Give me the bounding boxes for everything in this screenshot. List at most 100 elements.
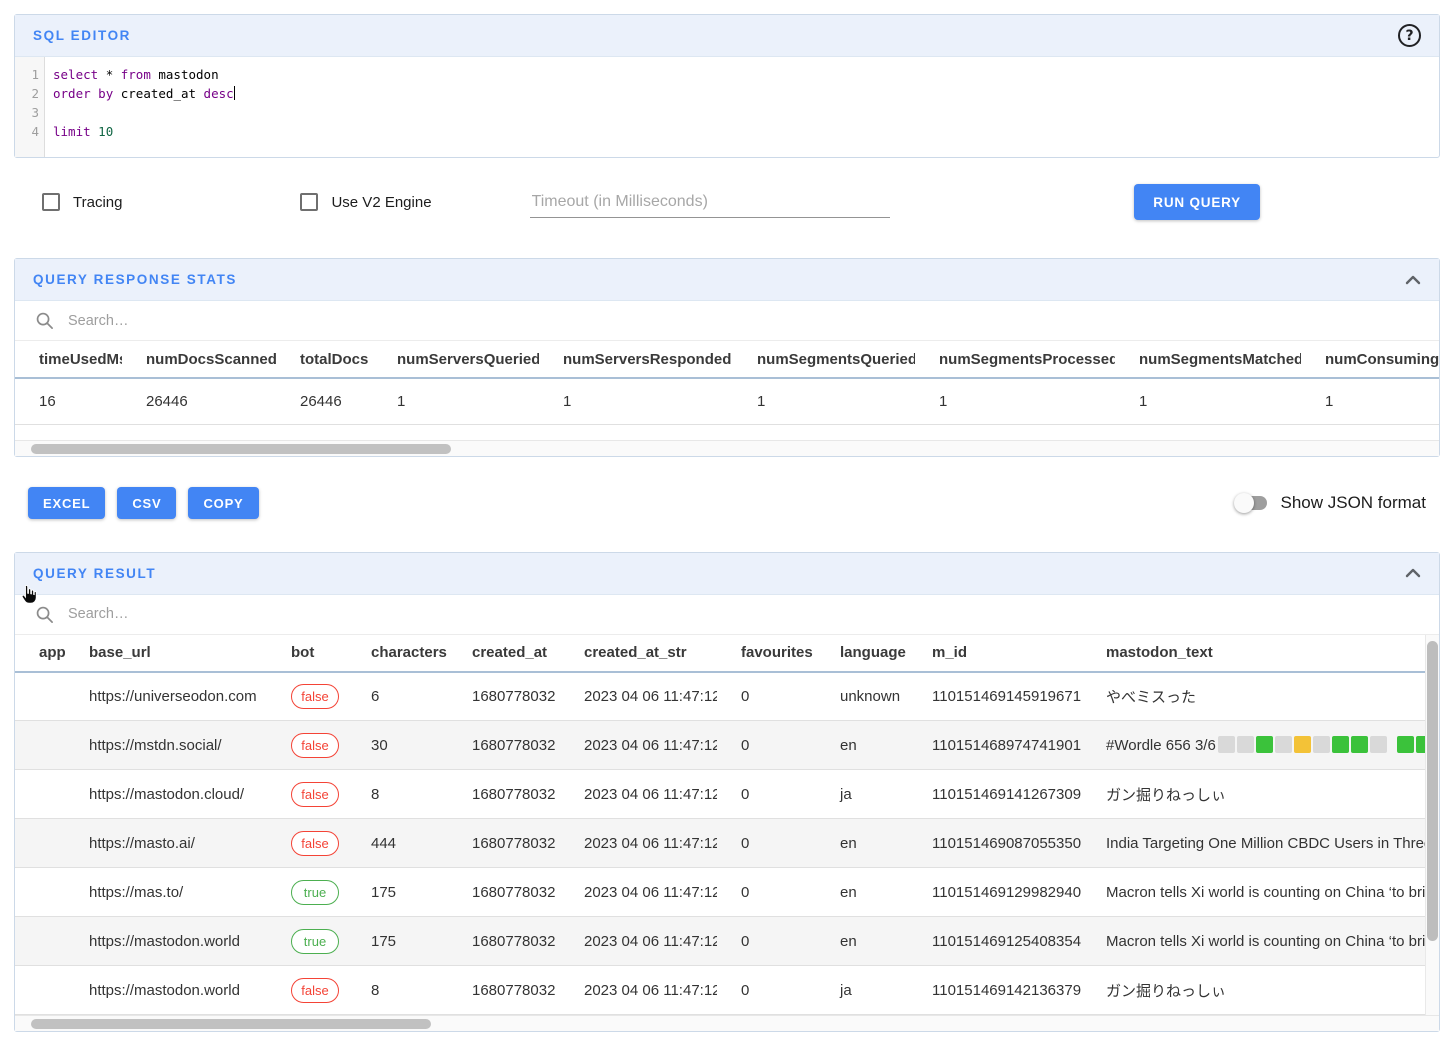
stats-column-header[interactable]: numServersResponded <box>539 341 733 378</box>
result-row: https://mastodon.worldtrue17516807780322… <box>15 917 1439 966</box>
result-cell-base_url: https://masto.ai/ <box>65 819 267 868</box>
result-column-header[interactable]: characters <box>347 635 448 672</box>
excel-button[interactable]: EXCEL <box>28 487 105 519</box>
stats-collapse-button[interactable] <box>1405 275 1421 285</box>
result-vertical-scrollbar[interactable] <box>1425 635 1439 1016</box>
stats-cell: 16 <box>15 378 122 424</box>
v2-engine-label: Use V2 Engine <box>331 194 431 211</box>
stats-column-header[interactable]: numSegmentsMatched <box>1115 341 1301 378</box>
result-cell-m_id: 110151469129982940 <box>908 868 1082 917</box>
stats-search-input[interactable] <box>66 312 1419 330</box>
stats-column-header[interactable]: totalDocs <box>276 341 373 378</box>
line-number: 3 <box>15 103 39 122</box>
code-gutter: 1234 <box>15 57 45 157</box>
result-cell-bot: false <box>267 770 347 819</box>
stats-column-header[interactable]: timeUsedMs <box>15 341 122 378</box>
line-number: 4 <box>15 122 39 141</box>
query-result-card: QUERY RESULT appbase_urlbotcharacterscre… <box>14 552 1440 1033</box>
result-cell-base_url: https://mas.to/ <box>65 868 267 917</box>
stats-cell: 1 <box>915 378 1115 424</box>
result-hscroll-thumb[interactable] <box>31 1019 431 1029</box>
tracing-checkbox-group: Tracing <box>42 193 122 211</box>
wordle-square <box>1370 736 1387 753</box>
result-cell-mastodon_text: Macron tells Xi world is counting on Chi… <box>1082 917 1439 966</box>
line-number: 1 <box>15 65 39 84</box>
stats-cell: 26446 <box>276 378 373 424</box>
result-cell-mastodon_text: やべミスった <box>1082 672 1439 721</box>
result-cell-favourites: 0 <box>717 917 816 966</box>
result-title: QUERY RESULT <box>33 566 156 581</box>
export-row: EXCEL CSV COPY Show JSON format <box>28 487 1426 520</box>
stats-column-header[interactable]: numConsumingSegmentsQueried <box>1301 341 1439 378</box>
result-cell-bot: true <box>267 868 347 917</box>
run-query-button[interactable]: RUN QUERY <box>1134 184 1260 220</box>
result-cell-created_at: 1680778032 <box>448 819 560 868</box>
result-cell-favourites: 0 <box>717 721 816 770</box>
timeout-input[interactable] <box>530 187 890 218</box>
result-column-header[interactable]: created_at <box>448 635 560 672</box>
result-column-header[interactable]: mastodon_text <box>1082 635 1439 672</box>
stats-column-header[interactable]: numServersQueried <box>373 341 539 378</box>
result-cell-m_id: 110151469125408354 <box>908 917 1082 966</box>
result-column-header[interactable]: favourites <box>717 635 816 672</box>
bot-status-badge: false <box>291 831 339 856</box>
wordle-square <box>1237 736 1254 753</box>
result-cell-m_id: 110151469145919671 <box>908 672 1082 721</box>
result-header: QUERY RESULT <box>15 553 1439 595</box>
stats-horizontal-scrollbar[interactable] <box>15 440 1439 456</box>
stats-column-header[interactable]: numSegmentsQueried <box>733 341 915 378</box>
result-row: https://mastodon.cloud/false816807780322… <box>15 770 1439 819</box>
result-cell-app <box>15 819 65 868</box>
result-search-input[interactable] <box>66 605 1419 623</box>
copy-button[interactable]: COPY <box>188 487 258 519</box>
chevron-up-icon <box>1405 275 1421 285</box>
result-column-header[interactable]: language <box>816 635 908 672</box>
result-cell-language: en <box>816 819 908 868</box>
result-column-header[interactable]: base_url <box>65 635 267 672</box>
result-cell-mastodon_text: India Targeting One Million CBDC Users i… <box>1082 819 1439 868</box>
stats-spacer <box>15 425 1439 440</box>
wordle-square <box>1351 736 1368 753</box>
bot-status-badge: false <box>291 978 339 1003</box>
switch-knob <box>1234 493 1254 513</box>
stats-cell: 1 <box>373 378 539 424</box>
v2-engine-checkbox[interactable] <box>300 193 318 211</box>
stats-hscroll-thumb[interactable] <box>31 444 451 454</box>
result-row: https://mas.to/true17516807780322023 04 … <box>15 868 1439 917</box>
result-cell-characters: 30 <box>347 721 448 770</box>
bot-status-badge: false <box>291 782 339 807</box>
help-icon[interactable]: ? <box>1398 24 1421 47</box>
result-cell-language: en <box>816 917 908 966</box>
result-cell-app <box>15 966 65 1015</box>
result-horizontal-scrollbar[interactable] <box>15 1015 1439 1031</box>
search-icon <box>35 311 54 330</box>
line-number: 2 <box>15 84 39 103</box>
result-cell-bot: false <box>267 672 347 721</box>
result-cell-base_url: https://mastodon.world <box>65 966 267 1015</box>
stats-header: QUERY RESPONSE STATS <box>15 259 1439 301</box>
stats-column-header[interactable]: numDocsScanned <box>122 341 276 378</box>
result-cell-favourites: 0 <box>717 819 816 868</box>
result-column-header[interactable]: app <box>15 635 65 672</box>
json-format-switch[interactable] <box>1234 493 1268 513</box>
code-lines[interactable]: select * from mastodonorder by created_a… <box>45 57 1439 157</box>
result-cell-mastodon_text: ガン掘りねっしぃ <box>1082 770 1439 819</box>
result-column-header[interactable]: m_id <box>908 635 1082 672</box>
result-cell-mastodon_text: #Wordle 656 3/6 <box>1082 721 1439 770</box>
result-cell-created_at: 1680778032 <box>448 868 560 917</box>
result-column-header[interactable]: bot <box>267 635 347 672</box>
csv-button[interactable]: CSV <box>117 487 176 519</box>
result-row: https://mstdn.social/false30168077803220… <box>15 721 1439 770</box>
json-format-label: Show JSON format <box>1281 493 1427 513</box>
result-cell-created_at_str: 2023 04 06 11:47:12 <box>560 917 717 966</box>
result-cell-created_at: 1680778032 <box>448 721 560 770</box>
mastodon-text: India Targeting One Million CBDC Users i… <box>1106 835 1439 852</box>
tracing-checkbox[interactable] <box>42 193 60 211</box>
result-vscroll-thumb[interactable] <box>1427 641 1438 941</box>
result-collapse-button[interactable] <box>1405 568 1421 578</box>
result-cell-mastodon_text: Macron tells Xi world is counting on Chi… <box>1082 868 1439 917</box>
result-cell-m_id: 110151469087055350 <box>908 819 1082 868</box>
stats-column-header[interactable]: numSegmentsProcessed <box>915 341 1115 378</box>
result-column-header[interactable]: created_at_str <box>560 635 717 672</box>
sql-code-editor[interactable]: 1234 select * from mastodonorder by crea… <box>15 57 1439 157</box>
